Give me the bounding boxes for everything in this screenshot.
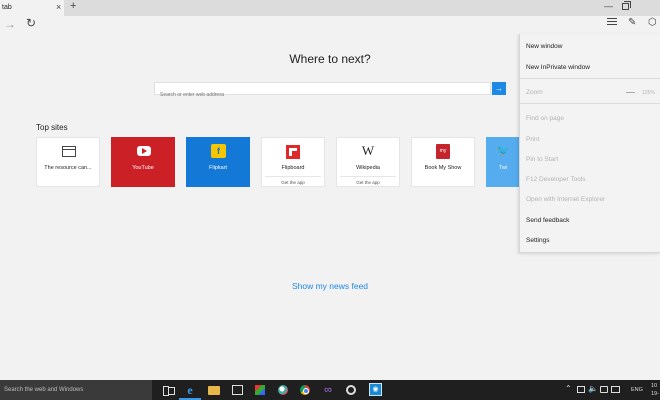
taskbar: Search the web and Windows e ∞ ◉ ⌃ 🔈 ENG… [0, 380, 660, 400]
menu-divider [520, 103, 660, 104]
tab-current[interactable]: tab × [0, 0, 64, 16]
zoom-value: 125% [642, 90, 655, 96]
tile-label: Wikipedia [356, 165, 380, 171]
top-site-tile[interactable]: Flipboard Get the app [261, 137, 325, 187]
youtube-icon [137, 146, 151, 156]
menu-print[interactable]: Print [526, 136, 539, 143]
share-icon[interactable]: ⬡ [648, 17, 657, 28]
chevron-up-icon[interactable]: ⌃ [565, 384, 572, 393]
paint-icon[interactable] [278, 385, 288, 395]
new-tab-icon[interactable]: + [70, 0, 76, 12]
search-input[interactable] [155, 89, 490, 101]
minimize-icon[interactable]: — [604, 1, 613, 11]
clock[interactable]: 10 19- [651, 382, 659, 398]
hub-icon[interactable] [607, 18, 617, 27]
message-icon[interactable] [611, 386, 620, 393]
tab-close-icon[interactable]: × [56, 2, 61, 12]
menu-new-inprivate-window[interactable]: New InPrivate window [526, 64, 590, 71]
address-search-box[interactable] [154, 82, 491, 101]
volume-icon[interactable]: 🔈 [588, 384, 598, 393]
forward-icon[interactable]: → [4, 17, 16, 31]
tile-label: YouTube [132, 165, 154, 171]
menu-new-window[interactable]: New window [526, 43, 563, 50]
menu-zoom: Zoom [526, 89, 543, 96]
wikipedia-icon: W [361, 143, 375, 158]
top-site-tile[interactable]: my Book My Show [411, 137, 475, 187]
menu-settings[interactable]: Settings [526, 237, 550, 244]
zoom-out-icon[interactable] [626, 92, 635, 93]
search-go-button[interactable]: → [492, 82, 506, 95]
menu-pin-to-start[interactable]: Pin to Start [526, 156, 558, 163]
top-site-tile[interactable]: f Flipkart [186, 137, 250, 187]
tray-app-icon[interactable] [577, 386, 585, 393]
network-icon[interactable] [600, 386, 608, 393]
get-app-link[interactable]: Get the app [340, 176, 396, 185]
store-icon[interactable] [232, 385, 243, 395]
menu-open-with-ie[interactable]: Open with Internet Explorer [526, 196, 605, 203]
visual-studio-icon[interactable]: ∞ [322, 384, 334, 396]
tile-label: The resource can... [44, 165, 92, 171]
top-site-tile[interactable]: 🐦 Twi [486, 137, 520, 187]
top-site-tile[interactable]: W Wikipedia Get the app [336, 137, 400, 187]
tile-label: Twi [498, 165, 508, 171]
tab-title: tab [2, 4, 12, 11]
flipboard-icon [286, 145, 300, 159]
edge-icon[interactable]: e [184, 384, 196, 396]
task-view-icon[interactable] [162, 384, 175, 396]
tile-label: Flipkart [208, 165, 228, 171]
language-indicator[interactable]: ENG [631, 387, 643, 393]
chrome-icon[interactable] [300, 385, 310, 395]
top-site-tile[interactable]: The resource can... [36, 137, 100, 187]
settings-circle-icon[interactable] [346, 385, 356, 395]
menu-f12-tools[interactable]: F12 Developer Tools [526, 176, 586, 183]
top-site-tile[interactable]: YouTube [111, 137, 175, 187]
bookmyshow-icon: my [436, 144, 450, 159]
get-app-link[interactable]: Get the app [265, 176, 321, 185]
file-explorer-icon[interactable] [208, 386, 220, 395]
clock-date: 19- [651, 391, 659, 397]
show-news-feed-link[interactable]: Show my news feed [0, 281, 660, 291]
taskbar-search-box[interactable]: Search the web and Windows [0, 380, 152, 400]
menu-divider [520, 78, 660, 79]
tab-bar: tab × + — [0, 0, 660, 16]
more-actions-menu: New window New InPrivate window Zoom 125… [519, 34, 660, 253]
photos-icon[interactable] [255, 385, 265, 395]
nav-bar: → ↻ ✎ ⬡ [0, 16, 660, 34]
refresh-icon[interactable]: ↻ [26, 16, 36, 30]
tile-label: Flipboard [281, 165, 305, 171]
window-icon [62, 146, 76, 157]
top-sites-label: Top sites [36, 123, 68, 132]
menu-find-on-page[interactable]: Find on page [526, 115, 564, 122]
app-icon[interactable]: ◉ [369, 383, 382, 396]
tile-label: Book My Show [424, 165, 462, 171]
menu-send-feedback[interactable]: Send feedback [526, 217, 569, 224]
flipkart-icon: f [211, 144, 226, 158]
twitter-icon: 🐦 [496, 145, 510, 157]
restore-icon[interactable] [622, 1, 631, 10]
clock-time: 10 [651, 383, 658, 389]
web-note-icon[interactable]: ✎ [628, 17, 636, 28]
